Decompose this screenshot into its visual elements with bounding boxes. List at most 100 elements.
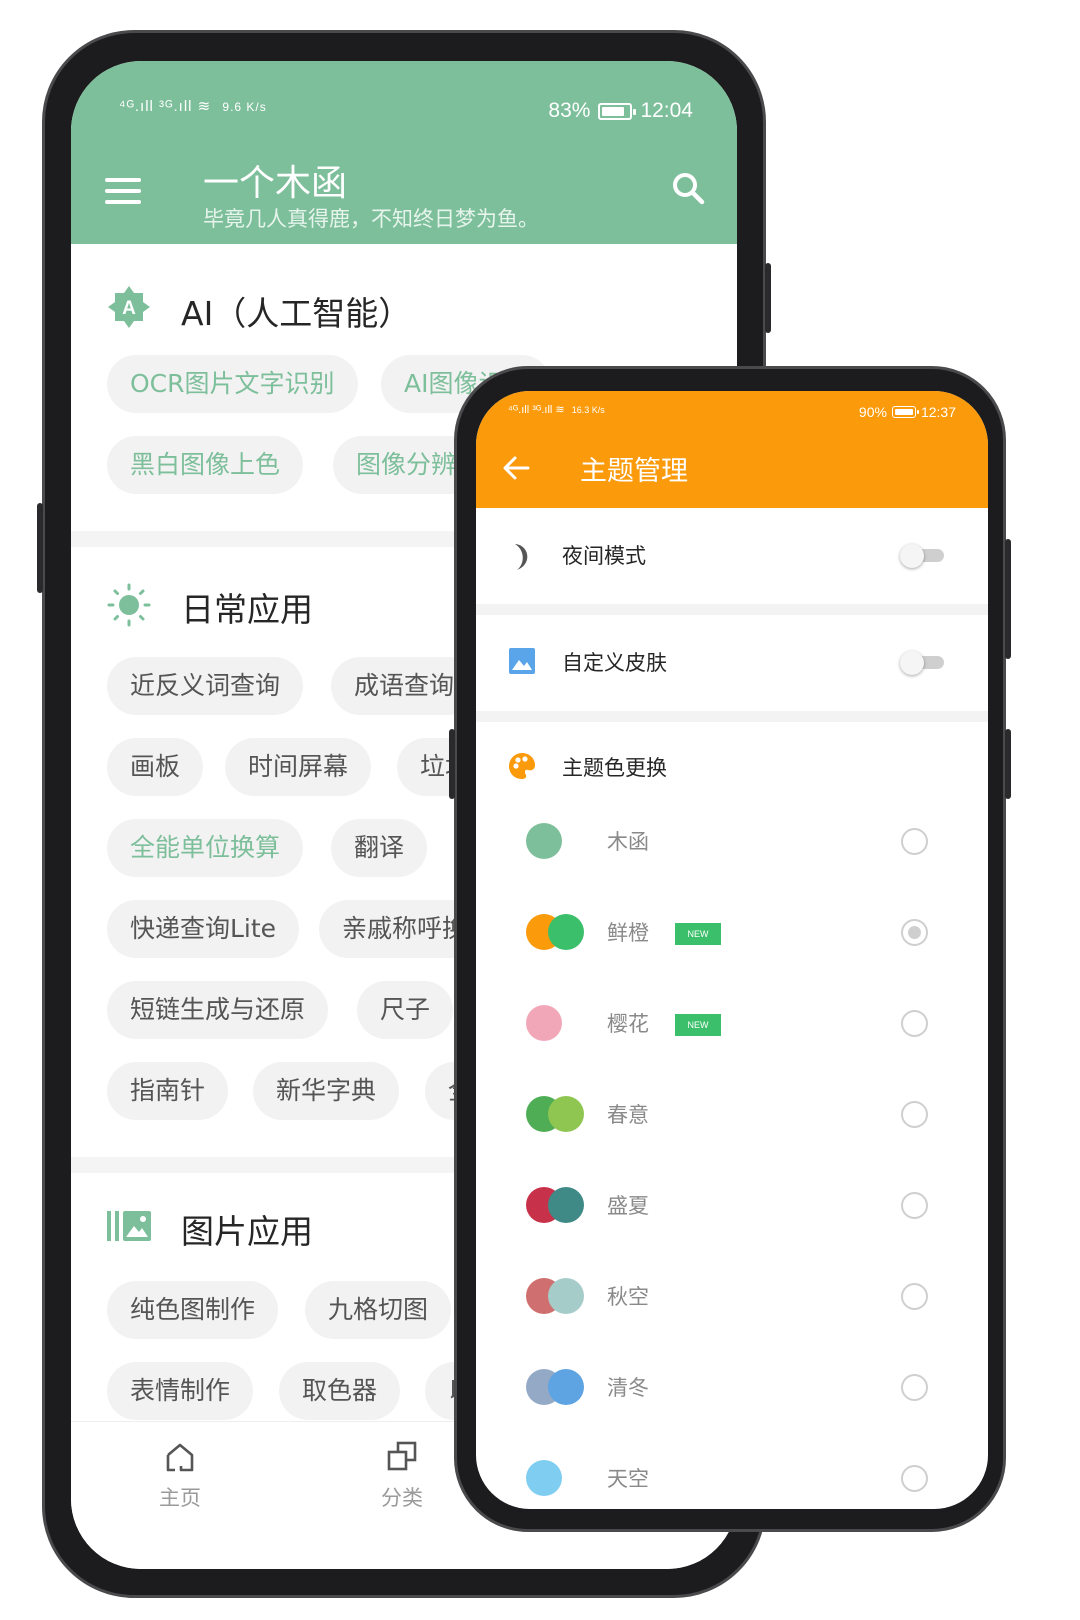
app-subtitle: 毕竟几人真得鹿，不知终日梦为鱼。 <box>203 207 539 231</box>
battery-icon <box>598 102 637 120</box>
sun-icon <box>107 583 151 627</box>
gallery-icon <box>107 1211 151 1241</box>
theme-name: 木函 <box>607 830 649 854</box>
theme-radio[interactable] <box>901 1010 928 1037</box>
section-title: AI（人工智能） <box>181 294 412 333</box>
chip-express[interactable]: 快递查询Lite <box>107 900 300 958</box>
status-time: 12:37 <box>920 404 956 420</box>
theme-color-swatch <box>526 1005 562 1041</box>
theme-radio[interactable] <box>901 1101 928 1128</box>
custom-skin-toggle[interactable] <box>900 651 944 675</box>
nav-home[interactable]: 主页 <box>125 1440 235 1512</box>
palette-icon <box>509 753 535 779</box>
status-bar-right: 90% 12:37 <box>859 404 956 420</box>
theme-radio[interactable] <box>901 1283 928 1310</box>
svg-text:A: A <box>122 298 136 319</box>
chip-nine-grid[interactable]: 九格切图 <box>305 1281 452 1339</box>
search-icon[interactable] <box>671 171 705 205</box>
side-button <box>37 503 43 593</box>
theme-name: 秋空 <box>607 1285 649 1309</box>
theme-color-swatch <box>548 914 584 950</box>
theme-section-label: 主题色更换 <box>562 756 667 780</box>
phone-front: ⁴ᴳ.ıll ³ᴳ.ıll ≋ 16.3 K/s 90% 12:37 主题管理 … <box>449 366 1011 1532</box>
theme-option[interactable]: 樱花 NEW <box>476 978 988 1069</box>
theme-color-swatch <box>526 823 562 859</box>
app-header: ⁴ᴳ.ıll ³ᴳ.ıll ≋ 9.6 K/s 83% 12:04 一个木函 毕… <box>71 61 737 244</box>
side-button <box>765 263 771 333</box>
chip-short-link[interactable]: 短链生成与还原 <box>107 981 329 1039</box>
chip-emoji[interactable]: 表情制作 <box>107 1362 254 1420</box>
night-mode-toggle[interactable] <box>900 544 944 568</box>
nav-home-label: 主页 <box>159 1486 201 1510</box>
chip-dictionary[interactable]: 新华字典 <box>253 1062 400 1120</box>
back-arrow-icon[interactable] <box>502 455 530 481</box>
side-button <box>449 729 455 799</box>
status-time: 12:04 <box>640 99 693 122</box>
chip-ocr[interactable]: OCR图片文字识别 <box>107 355 358 413</box>
theme-option[interactable]: 秋空 <box>476 1251 988 1342</box>
section-title: 图片应用 <box>181 1212 313 1251</box>
theme-radio[interactable] <box>901 1374 928 1401</box>
chip-synonym[interactable]: 近反义词查询 <box>107 657 304 715</box>
status-bar-signal: ⁴ᴳ.ıll ³ᴳ.ıll ≋ 9.6 K/s <box>119 97 267 115</box>
theme-name: 盛夏 <box>607 1194 649 1218</box>
signal-text: ⁴ᴳ.ıll ³ᴳ.ıll ≋ <box>508 404 565 416</box>
theme-option[interactable]: 天空 <box>476 1433 988 1509</box>
section-title: 日常应用 <box>181 590 313 629</box>
net-speed: 9.6 K/s <box>222 100 267 114</box>
theme-radio[interactable] <box>901 1465 928 1492</box>
theme-radio[interactable] <box>901 1192 928 1219</box>
chip-solid-color[interactable]: 纯色图制作 <box>107 1281 279 1339</box>
custom-skin-label: 自定义皮肤 <box>562 651 667 675</box>
theme-color-swatch <box>548 1369 584 1405</box>
chip-ruler[interactable]: 尺子 <box>357 981 454 1039</box>
moon-icon <box>515 544 528 570</box>
night-mode-row[interactable]: 夜间模式 <box>476 508 988 604</box>
battery-icon <box>891 406 919 418</box>
chip-drawing-board[interactable]: 画板 <box>107 738 204 796</box>
theme-option[interactable]: 盛夏 <box>476 1160 988 1251</box>
theme-option[interactable]: 清冬 <box>476 1342 988 1433</box>
theme-name: 樱花 <box>607 1012 649 1036</box>
chip-translate[interactable]: 翻译 <box>331 819 428 877</box>
app-title: 一个木函 <box>203 163 348 204</box>
signal-text: ⁴ᴳ.ıll ³ᴳ.ıll ≋ <box>119 98 212 115</box>
theme-name: 天空 <box>607 1467 649 1491</box>
theme-name: 清冬 <box>607 1376 649 1400</box>
night-mode-label: 夜间模式 <box>562 544 646 568</box>
theme-color-swatch <box>526 1460 562 1496</box>
page-title: 主题管理 <box>580 456 688 487</box>
theme-option[interactable]: 木函 <box>476 796 988 887</box>
status-bar-right: 83% 12:04 <box>548 99 693 123</box>
theme-color-swatch <box>548 1096 584 1132</box>
image-icon <box>509 648 535 674</box>
theme-option[interactable]: 鲜橙 NEW <box>476 887 988 978</box>
theme-header: ⁴ᴳ.ıll ³ᴳ.ıll ≋ 16.3 K/s 90% 12:37 主题管理 <box>476 391 988 508</box>
theme-color-swatch <box>548 1187 584 1223</box>
theme-radio[interactable] <box>901 919 928 946</box>
ai-badge-icon: A <box>108 286 150 328</box>
menu-icon[interactable] <box>105 178 141 204</box>
theme-radio[interactable] <box>901 828 928 855</box>
category-icon <box>387 1441 417 1471</box>
row-divider <box>476 604 988 615</box>
chip-color-picker[interactable]: 取色器 <box>279 1362 401 1420</box>
status-bar-signal: ⁴ᴳ.ıll ³ᴳ.ıll ≋ 16.3 K/s <box>508 403 605 416</box>
home-icon <box>166 1443 194 1472</box>
chip-unit-convert[interactable]: 全能单位换算 <box>107 819 304 877</box>
nav-category-label: 分类 <box>381 1486 423 1510</box>
theme-option[interactable]: 春意 <box>476 1069 988 1160</box>
custom-skin-row[interactable]: 自定义皮肤 <box>476 615 988 711</box>
chip-compass[interactable]: 指南针 <box>107 1062 229 1120</box>
chip-time-screen[interactable]: 时间屏幕 <box>225 738 372 796</box>
new-badge: NEW <box>675 1014 721 1036</box>
theme-screen: ⁴ᴳ.ıll ³ᴳ.ıll ≋ 16.3 K/s 90% 12:37 主题管理 … <box>476 391 988 1509</box>
battery-percent: 83% <box>548 99 591 122</box>
nav-category[interactable]: 分类 <box>347 1440 457 1512</box>
new-badge: NEW <box>675 923 721 945</box>
row-divider <box>476 711 988 722</box>
side-button <box>1005 729 1011 799</box>
chip-colorize[interactable]: 黑白图像上色 <box>107 436 304 494</box>
side-button <box>1005 539 1011 659</box>
net-speed: 16.3 K/s <box>571 405 605 415</box>
